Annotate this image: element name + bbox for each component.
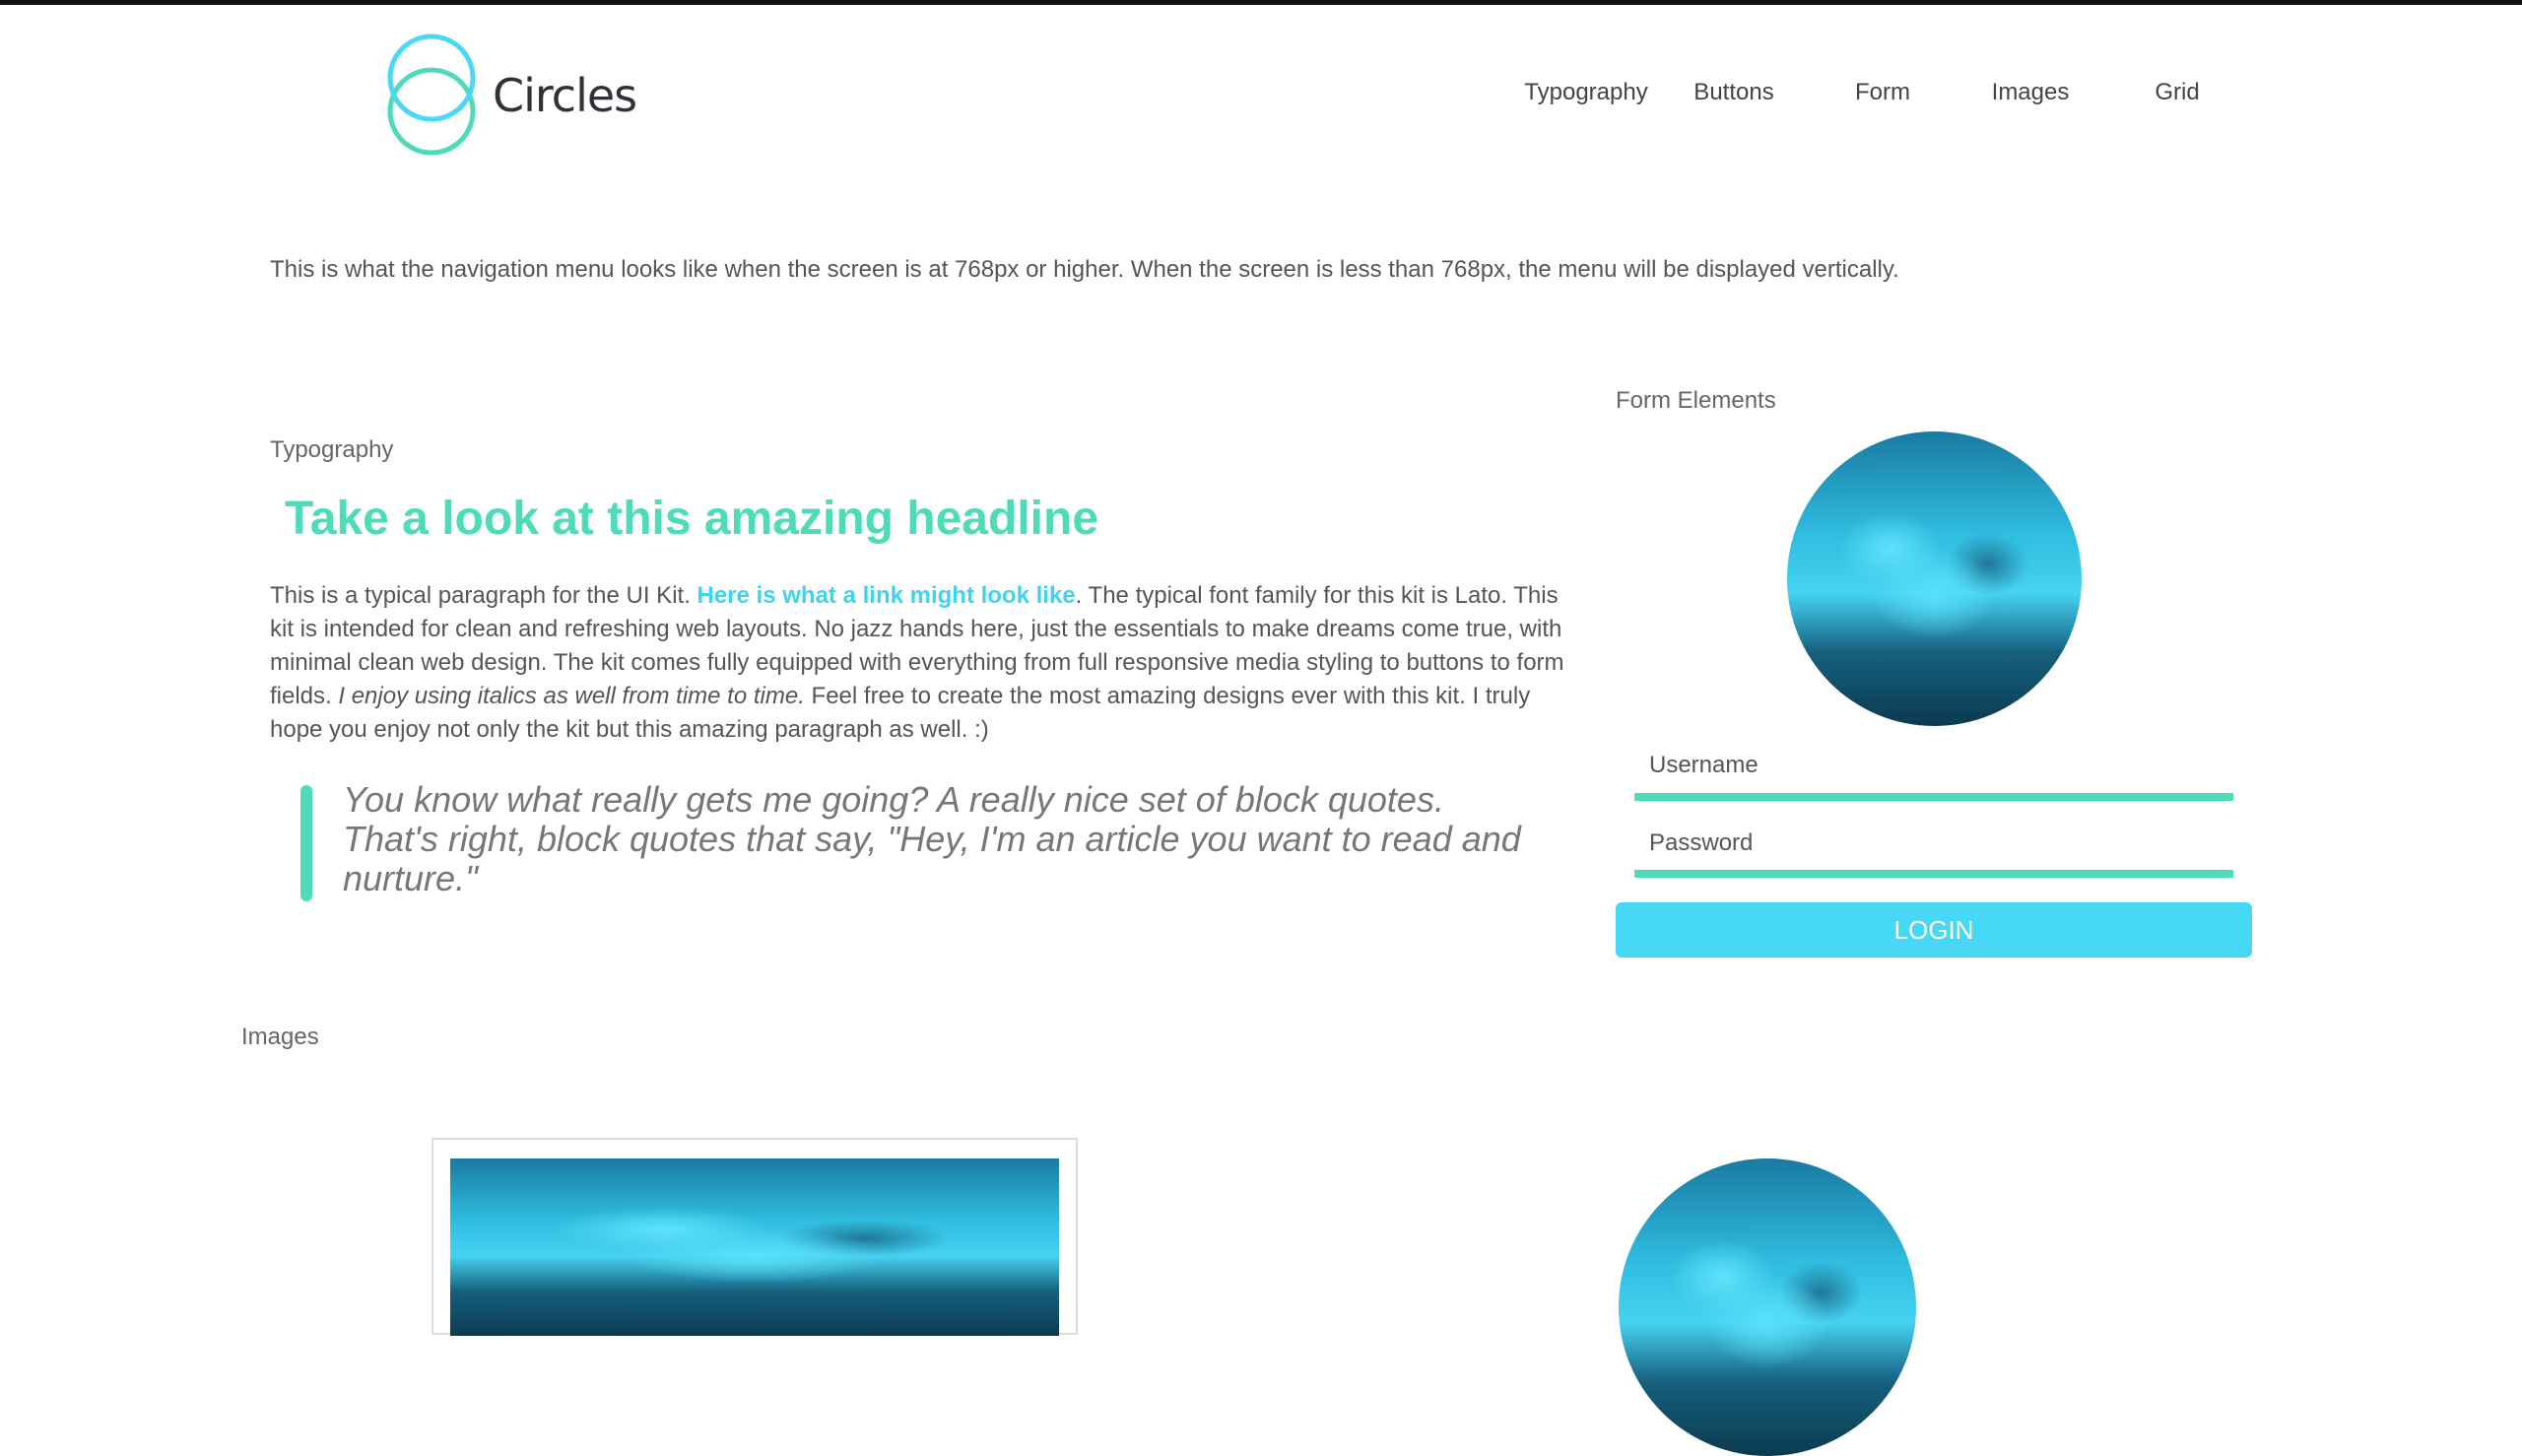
blockquote-bar xyxy=(300,785,312,901)
nav-grid[interactable]: Grid xyxy=(2155,79,2199,106)
blockquote: You know what really gets me going? A re… xyxy=(343,779,1521,898)
nav-buttons[interactable]: Buttons xyxy=(1693,79,1773,106)
paragraph-text: This is a typical paragraph for the UI K… xyxy=(270,582,697,609)
wave-rect-image xyxy=(450,1158,1059,1336)
logo[interactable] xyxy=(386,33,480,158)
form-elements-label: Form Elements xyxy=(1616,387,1776,414)
headline: Take a look at this amazing headline xyxy=(285,493,1099,545)
wave-circle-image-2 xyxy=(1619,1158,1916,1456)
nav-typography[interactable]: Typography xyxy=(1524,79,1647,106)
nav-form[interactable]: Form xyxy=(1855,79,1910,106)
window-top-bar xyxy=(0,0,2522,5)
sample-link[interactable]: Here is what a link might look like xyxy=(697,582,1076,609)
intro-text: This is what the navigation menu looks l… xyxy=(270,256,1899,283)
username-input[interactable]: Username xyxy=(1649,752,1759,779)
nav-images[interactable]: Images xyxy=(1992,79,2070,106)
paragraph: This is a typical paragraph for the UI K… xyxy=(270,579,1580,747)
login-button[interactable]: LOGIN xyxy=(1616,902,2252,958)
circles-logo-icon xyxy=(387,33,476,156)
typography-label: Typography xyxy=(270,436,394,463)
password-underline xyxy=(1634,870,2233,878)
images-label: Images xyxy=(241,1024,319,1050)
password-input[interactable]: Password xyxy=(1649,829,1753,857)
wave-circle-image xyxy=(1787,431,2082,726)
italic-text: I enjoy using italics as well from time … xyxy=(338,683,805,709)
brand-name: Circles xyxy=(493,69,637,122)
username-underline xyxy=(1634,793,2233,801)
